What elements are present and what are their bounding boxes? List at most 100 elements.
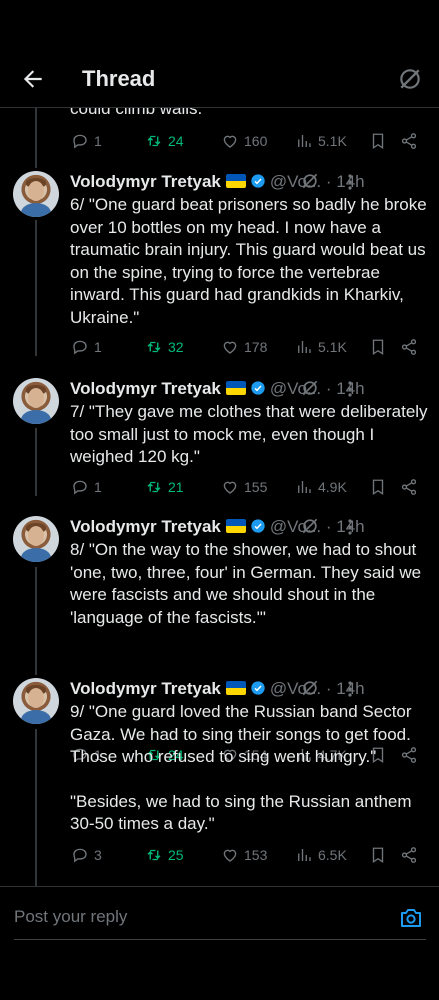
reply-button[interactable]: 1 <box>71 130 102 152</box>
ukraine-flag-icon <box>225 681 246 695</box>
bookmark-icon[interactable] <box>369 130 387 152</box>
previous-tweet-actions: 1 24 160 5.1K <box>0 130 439 152</box>
heart-icon <box>223 341 237 354</box>
reply-input[interactable]: Post your reply <box>14 907 364 927</box>
like-button[interactable]: 160 <box>221 130 267 152</box>
tweet[interactable]: Volodymyr Tretyak @Vo... · 14h 8/ "On the… <box>0 516 439 764</box>
tweet-actions: 3 25 153 6.5K <box>0 844 439 866</box>
camera-icon[interactable] <box>399 907 423 929</box>
views-button[interactable]: 4.9K <box>295 476 347 498</box>
like-count: 153 <box>244 847 268 863</box>
view-count: 5.1K <box>318 133 347 149</box>
tweet[interactable]: Volodymyr Tretyak @Vo... · 14h 9/ "One gu… <box>0 678 439 878</box>
grok-icon[interactable] <box>300 678 320 698</box>
tweet-paragraph: "Besides, we had to sing the Russian ant… <box>70 791 412 834</box>
reply-button[interactable]: 1 <box>71 476 102 498</box>
repost-button[interactable]: 25 <box>145 844 184 866</box>
views-icon <box>298 341 311 353</box>
tweet-paragraph: 7/ "They gave me clothes that were delib… <box>70 402 428 467</box>
verified-badge-icon <box>251 381 265 395</box>
more-options-icon[interactable] <box>340 678 360 700</box>
heart-icon <box>223 849 237 862</box>
reply-icon <box>73 340 87 355</box>
views-button[interactable]: 5.1K <box>295 336 347 358</box>
reply-button[interactable]: 1 <box>71 336 102 358</box>
view-count: 6.5K <box>318 847 347 863</box>
bookmark-icon[interactable] <box>369 476 387 498</box>
arrow-left-icon[interactable] <box>20 66 46 92</box>
avatar[interactable] <box>13 378 59 424</box>
tweet-text: 9/ "One guard loved the Russian band Sec… <box>70 701 428 836</box>
tweet-paragraph: 8/ "On the way to the shower, we had to … <box>70 540 422 627</box>
ukraine-flag-icon <box>225 519 246 533</box>
repost-count: 24 <box>168 133 184 149</box>
tweet[interactable]: Volodymyr Tretyak @Vo... · 14h 7/ "They g… <box>0 378 439 508</box>
thread-feed[interactable]: could climb walls. 1 24 160 5.1K Volodym… <box>0 108 439 886</box>
views-button[interactable]: 5.1K <box>295 130 347 152</box>
verified-badge-icon <box>251 519 265 533</box>
tweet-actions: 1 32 178 5.1K <box>0 336 439 358</box>
avatar[interactable] <box>13 516 59 562</box>
more-options-icon[interactable] <box>340 516 360 538</box>
bookmark-icon[interactable] <box>369 844 387 866</box>
like-button[interactable]: 155 <box>221 476 267 498</box>
tweet-text: 7/ "They gave me clothes that were delib… <box>70 401 428 469</box>
tweet-header: Volodymyr Tretyak @Vo... · 14h <box>70 171 420 193</box>
repost-button[interactable]: 24 <box>145 130 184 152</box>
reply-count: 3 <box>94 847 102 863</box>
tweet-text: 8/ "On the way to the shower, we had to … <box>70 539 428 629</box>
grok-icon[interactable] <box>300 378 320 398</box>
tweet-paragraph: 6/ "One guard beat prisoners so badly he… <box>70 195 427 327</box>
views-button[interactable]: 6.5K <box>295 844 347 866</box>
author-name[interactable]: Volodymyr Tretyak <box>70 679 221 698</box>
tweet[interactable]: Volodymyr Tretyak @Vo... · 14h 6/ "One gu… <box>0 171 439 371</box>
views-icon <box>298 135 311 147</box>
repost-icon <box>147 849 161 861</box>
share-icon[interactable] <box>400 476 418 498</box>
verified-badge-icon <box>251 681 265 695</box>
author-name[interactable]: Volodymyr Tretyak <box>70 517 221 536</box>
view-count: 5.1K <box>318 339 347 355</box>
like-button[interactable]: 153 <box>221 844 267 866</box>
avatar[interactable] <box>13 171 59 217</box>
avatar[interactable] <box>13 678 59 724</box>
reply-icon <box>73 134 87 149</box>
share-icon[interactable] <box>400 130 418 152</box>
bookmark-icon[interactable] <box>369 336 387 358</box>
reply-composer: Post your reply <box>0 886 439 1000</box>
view-count: 4.9K <box>318 479 347 495</box>
repost-count: 25 <box>168 847 184 863</box>
grok-icon[interactable] <box>300 171 320 191</box>
grok-icon[interactable] <box>397 66 423 92</box>
author-name[interactable]: Volodymyr Tretyak <box>70 379 221 398</box>
reply-button[interactable]: 3 <box>71 844 102 866</box>
repost-button[interactable]: 21 <box>145 476 184 498</box>
like-button[interactable]: 178 <box>221 336 267 358</box>
verified-badge-icon <box>251 174 265 188</box>
like-count: 155 <box>244 479 268 495</box>
more-options-icon[interactable] <box>340 171 360 193</box>
author-name[interactable]: Volodymyr Tretyak <box>70 172 221 191</box>
tweet-header: Volodymyr Tretyak @Vo... · 14h <box>70 678 420 700</box>
tweet-header: Volodymyr Tretyak @Vo... · 14h <box>70 516 420 538</box>
tweet-actions: 1 21 155 4.9K <box>0 476 439 498</box>
repost-count: 21 <box>168 479 184 495</box>
reply-icon <box>73 848 87 863</box>
ukraine-flag-icon <box>225 381 246 395</box>
reply-icon <box>73 480 87 495</box>
heart-icon <box>223 135 237 148</box>
share-icon[interactable] <box>400 844 418 866</box>
reply-count: 1 <box>94 133 102 149</box>
repost-count: 32 <box>168 339 184 355</box>
repost-icon <box>147 481 161 493</box>
reply-count: 1 <box>94 479 102 495</box>
more-options-icon[interactable] <box>340 378 360 400</box>
heart-icon <box>223 481 237 494</box>
tweet-header: Volodymyr Tretyak @Vo... · 14h <box>70 378 420 400</box>
reply-divider <box>14 939 426 940</box>
share-icon[interactable] <box>400 336 418 358</box>
reply-count: 1 <box>94 339 102 355</box>
like-count: 178 <box>244 339 268 355</box>
repost-button[interactable]: 32 <box>145 336 184 358</box>
grok-icon[interactable] <box>300 516 320 536</box>
